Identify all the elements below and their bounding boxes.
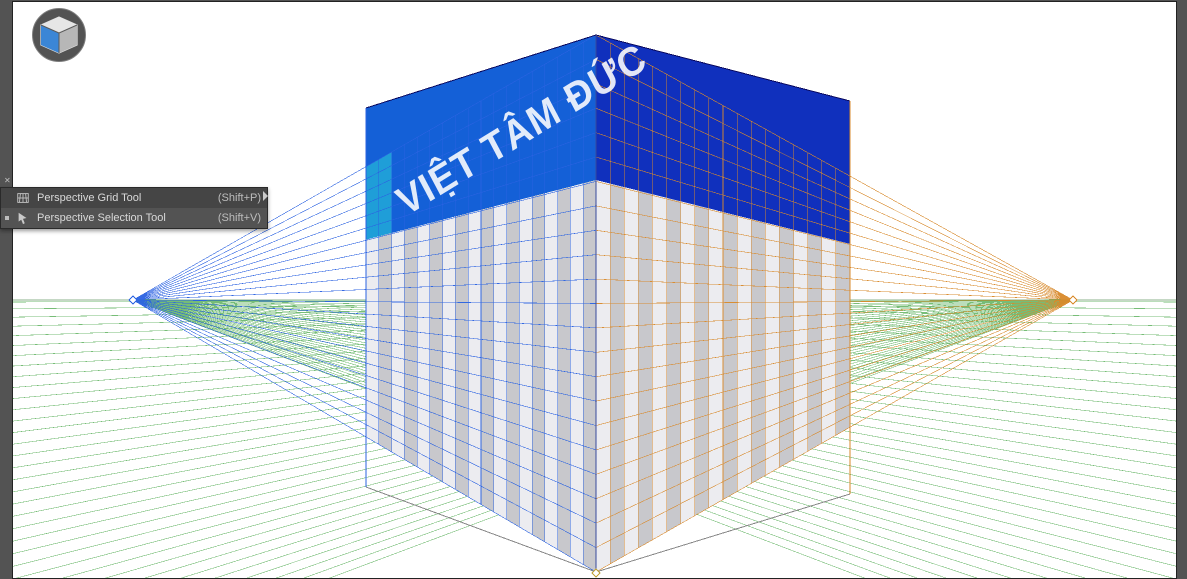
perspective-tool-flyout: Perspective Grid Tool (Shift+P) Perspect… (0, 187, 268, 229)
menu-item-shortcut: (Shift+V) (218, 212, 261, 224)
artboard: VIỆT TÂM ĐỨC (12, 1, 1177, 579)
plane-cube-icon (35, 11, 83, 59)
perspective-scene: VIỆT TÂM ĐỨC (12, 1, 1177, 579)
perspective-selection-tool-icon (15, 210, 31, 226)
menu-item-perspective-selection-tool[interactable]: Perspective Selection Tool (Shift+V) (1, 208, 267, 228)
perspective-grid-tool-icon (15, 190, 31, 206)
menu-item-label: Perspective Grid Tool (37, 192, 212, 204)
menu-item-perspective-grid-tool[interactable]: Perspective Grid Tool (Shift+P) (1, 188, 267, 208)
building-sign-text: VIỆT TÂM ĐỨC (389, 35, 654, 225)
flyout-close-icon[interactable]: ✕ (4, 178, 12, 184)
menu-item-label: Perspective Selection Tool (37, 212, 212, 224)
submenu-arrow-icon (263, 191, 268, 201)
menu-item-shortcut: (Shift+P) (218, 192, 261, 204)
perspective-plane-widget[interactable] (32, 8, 86, 62)
